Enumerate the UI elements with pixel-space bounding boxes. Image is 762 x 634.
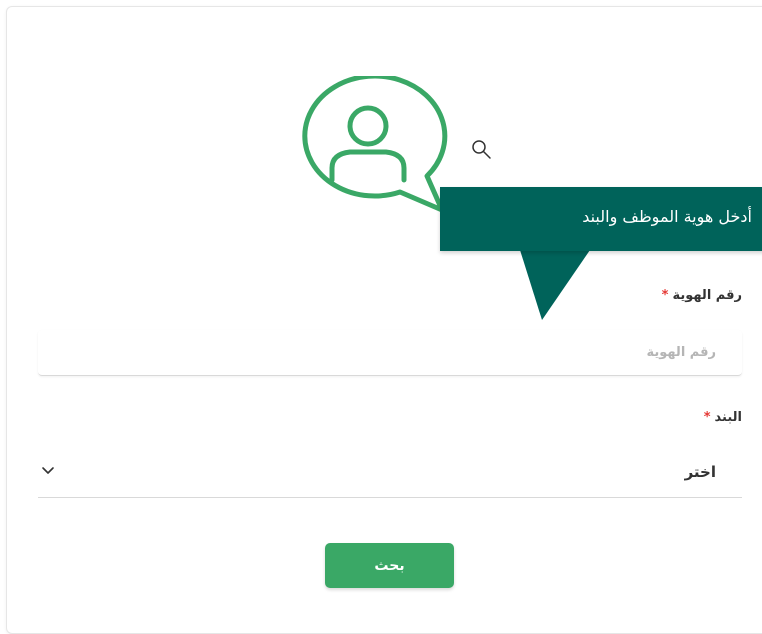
guide-tooltip: أدخل هوية الموظف والبند (440, 187, 762, 251)
required-mark: * (703, 410, 711, 425)
chevron-down-icon (42, 467, 54, 474)
item-select[interactable]: اختر (38, 450, 742, 498)
tooltip-pointer (520, 250, 590, 320)
item-label-text: البند (714, 410, 742, 425)
id-number-input[interactable] (38, 330, 742, 376)
required-mark: * (661, 288, 669, 303)
tooltip-text: أدخل هوية الموظف والبند (582, 207, 752, 226)
item-select-value: اختر (684, 463, 716, 481)
user-speech-bubble-icon (302, 76, 448, 213)
search-button[interactable]: بحث (325, 543, 454, 588)
search-icon[interactable] (468, 134, 498, 164)
id-number-label: رقم الهوية* (662, 288, 742, 303)
id-number-label-text: رقم الهوية (672, 288, 742, 303)
item-label: البند* (704, 410, 742, 425)
